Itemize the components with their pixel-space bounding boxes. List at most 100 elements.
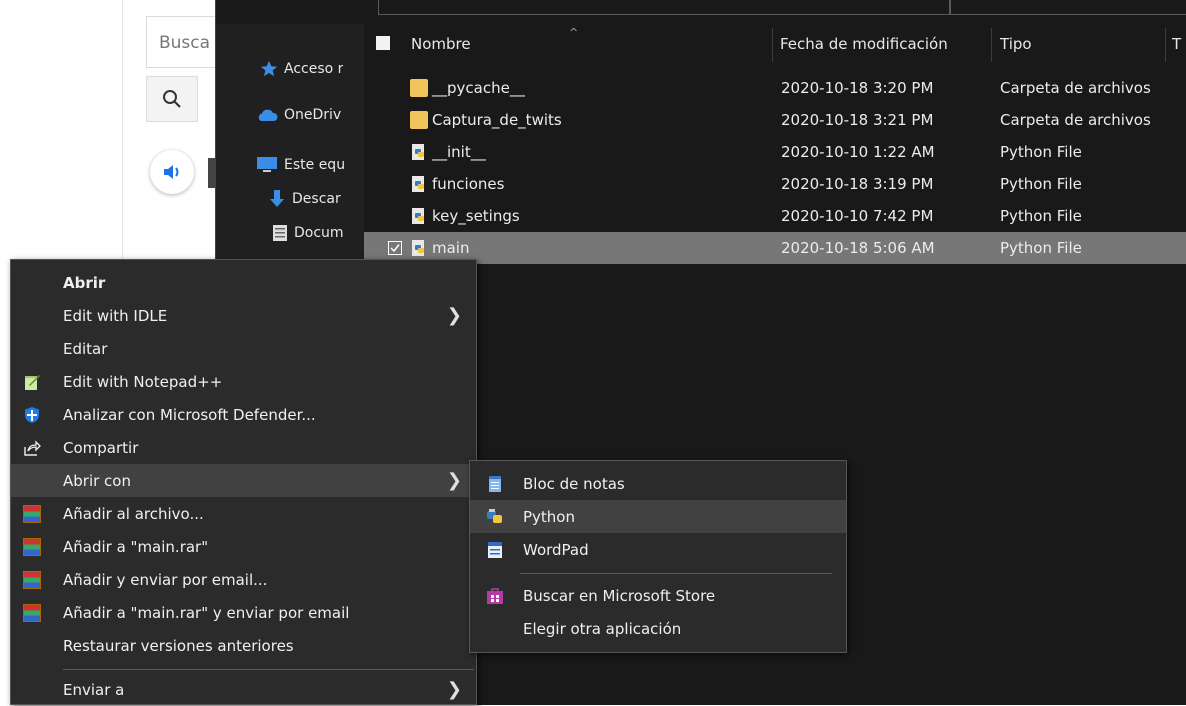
submenu-item-label: WordPad xyxy=(523,540,589,559)
nav-item-label: Descar xyxy=(292,191,341,207)
file-name: Captura_de_twits xyxy=(432,111,562,129)
file-row[interactable]: key_setings 2020-10-10 7:42 PM Python Fi… xyxy=(364,200,1186,232)
file-row[interactable]: Captura_de_twits 2020-10-18 3:21 PM Carp… xyxy=(364,104,1186,136)
menu-item-enviar-a[interactable]: Enviar a ❯ xyxy=(11,673,476,706)
navigation-pane: Acceso r OneDriv Este equ Descar Docum xyxy=(216,24,364,264)
python-file-icon xyxy=(410,207,428,225)
file-type: Python File xyxy=(1000,239,1082,257)
search-button[interactable] xyxy=(146,76,198,122)
monitor-icon xyxy=(257,157,277,172)
nav-item-label: Docum xyxy=(294,225,344,241)
file-type: Python File xyxy=(1000,143,1082,161)
listen-button[interactable] xyxy=(150,150,194,194)
chevron-right-icon: ❯ xyxy=(446,305,462,326)
speaker-icon xyxy=(164,165,179,179)
menu-item-label: Abrir con xyxy=(63,471,131,490)
file-type: Carpeta de archivos xyxy=(1000,79,1151,97)
column-header-name[interactable]: Nombre xyxy=(411,24,471,64)
submenu-item-microsoft-store[interactable]: Buscar en Microsoft Store xyxy=(470,579,846,612)
nav-item-label: Este equ xyxy=(284,157,346,173)
cloud-icon xyxy=(258,109,278,121)
nav-item-this-pc[interactable]: Este equ xyxy=(256,152,345,178)
menu-item-label: Añadir a "main.rar" y enviar por email xyxy=(63,603,350,622)
file-date: 2020-10-10 7:42 PM xyxy=(781,207,934,225)
column-header-row: ^ Nombre Fecha de modificación Tipo T xyxy=(364,24,1186,64)
file-list: ^ Nombre Fecha de modificación Tipo T __… xyxy=(364,24,1186,264)
menu-item-anadir-main-rar-email[interactable]: Añadir a "main.rar" y enviar por email xyxy=(11,596,476,629)
download-icon xyxy=(270,190,284,207)
python-file-icon xyxy=(410,143,428,161)
submenu-item-label: Buscar en Microsoft Store xyxy=(523,586,716,605)
file-type: Carpeta de archivos xyxy=(1000,111,1151,129)
submenu-item-label: Bloc de notas xyxy=(523,474,625,493)
menu-item-abrir-con[interactable]: Abrir con ❯ xyxy=(11,464,476,497)
search-icon xyxy=(163,90,181,108)
chevron-right-icon: ❯ xyxy=(446,679,462,700)
submenu-item-bloc-de-notas[interactable]: Bloc de notas xyxy=(470,467,846,500)
sort-ascending-icon: ^ xyxy=(569,26,579,39)
menu-item-anadir-al-archivo[interactable]: Añadir al archivo... xyxy=(11,497,476,530)
nav-item-documents[interactable]: Docum xyxy=(272,220,344,246)
file-type: Python File xyxy=(1000,207,1082,225)
menu-item-restaurar-versiones[interactable]: Restaurar versiones anteriores xyxy=(11,629,476,662)
menu-item-edit-with-idle[interactable]: Edit with IDLE ❯ xyxy=(11,299,476,332)
menu-item-label: Añadir y enviar por email... xyxy=(63,570,268,589)
menu-item-label: Abrir xyxy=(63,273,106,292)
column-header-type[interactable]: Tipo xyxy=(1000,24,1032,64)
column-separator[interactable] xyxy=(991,28,992,62)
page-divider xyxy=(122,0,123,260)
python-file-icon xyxy=(410,239,428,257)
menu-item-editar[interactable]: Editar xyxy=(11,332,476,365)
file-date: 2020-10-18 3:20 PM xyxy=(781,79,934,97)
file-row-selected[interactable]: main 2020-10-18 5:06 AM Python File xyxy=(364,232,1186,264)
submenu-item-label: Elegir otra aplicación xyxy=(523,619,682,638)
document-icon xyxy=(273,225,287,241)
column-header-size[interactable]: T xyxy=(1172,24,1181,64)
file-name: __pycache__ xyxy=(432,79,525,97)
chevron-right-icon: ❯ xyxy=(446,470,462,491)
menu-item-microsoft-defender[interactable]: Analizar con Microsoft Defender... xyxy=(11,398,476,431)
column-separator[interactable] xyxy=(772,28,773,62)
menu-item-label: Edit with IDLE xyxy=(63,306,168,325)
winrar-icon xyxy=(23,604,41,622)
menu-item-label: Añadir al archivo... xyxy=(63,504,204,523)
submenu-item-wordpad[interactable]: WordPad xyxy=(470,533,846,566)
notepad-plus-plus-icon xyxy=(25,375,40,390)
nav-item-quick-access[interactable]: Acceso r xyxy=(260,56,343,82)
file-row[interactable]: __pycache__ 2020-10-18 3:20 PM Carpeta d… xyxy=(364,72,1186,104)
file-row[interactable]: __init__ 2020-10-10 1:22 AM Python File xyxy=(364,136,1186,168)
file-name: funciones xyxy=(432,175,505,193)
nav-item-downloads[interactable]: Descar xyxy=(268,186,341,212)
column-header-date[interactable]: Fecha de modificación xyxy=(780,24,948,64)
explorer-search-box[interactable] xyxy=(950,0,1186,15)
menu-item-anadir-a-main-rar[interactable]: Añadir a "main.rar" xyxy=(11,530,476,563)
submenu-item-python[interactable]: Python xyxy=(470,500,846,533)
file-date: 2020-10-18 5:06 AM xyxy=(781,239,935,257)
wordpad-icon xyxy=(488,542,502,558)
folder-icon xyxy=(410,79,428,97)
menu-divider xyxy=(63,669,474,670)
file-date: 2020-10-18 3:21 PM xyxy=(781,111,934,129)
menu-item-anadir-y-enviar-email[interactable]: Añadir y enviar por email... xyxy=(11,563,476,596)
menu-item-abrir[interactable]: Abrir xyxy=(11,266,476,299)
file-row[interactable]: funciones 2020-10-18 3:19 PM Python File xyxy=(364,168,1186,200)
address-bar[interactable] xyxy=(378,0,950,15)
notepad-icon xyxy=(489,476,501,492)
nav-item-label: Acceso r xyxy=(284,61,344,77)
column-separator[interactable] xyxy=(1165,28,1166,62)
menu-item-notepad-plus-plus[interactable]: Edit with Notepad++ xyxy=(11,365,476,398)
shield-icon xyxy=(25,407,39,423)
nav-item-label: OneDriv xyxy=(284,107,342,123)
submenu-item-elegir-otra-aplicacion[interactable]: Elegir otra aplicación xyxy=(470,612,846,645)
search-input[interactable]: Busca xyxy=(146,16,226,68)
submenu-item-label: Python xyxy=(523,507,575,526)
menu-item-label: Analizar con Microsoft Defender... xyxy=(63,405,316,424)
menu-item-label: Edit with Notepad++ xyxy=(63,372,223,391)
checkbox-checked-icon[interactable] xyxy=(388,241,402,255)
star-icon xyxy=(260,60,278,77)
select-all-checkbox[interactable] xyxy=(376,36,390,50)
file-date: 2020-10-10 1:22 AM xyxy=(781,143,935,161)
submenu-divider xyxy=(520,573,832,574)
nav-item-onedrive[interactable]: OneDriv xyxy=(256,102,341,128)
menu-item-compartir[interactable]: Compartir xyxy=(11,431,476,464)
